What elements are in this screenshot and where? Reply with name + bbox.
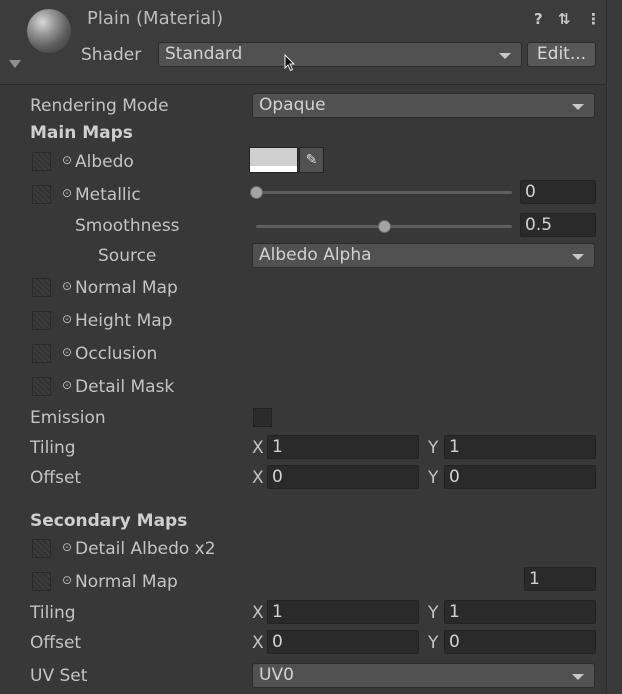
tiling-y-field[interactable]: 1 [444,435,596,459]
secondary-tiling-x-field[interactable]: 1 [267,600,419,624]
shader-dropdown[interactable]: Standard [158,42,522,67]
main-maps-heading: Main Maps [30,123,133,143]
metallic-slider-thumb[interactable] [250,186,263,199]
source-value: Albedo Alpha [259,245,372,265]
smoothness-value-field[interactable]: 0.5 [520,213,596,237]
source-label: Source [98,246,157,266]
secondary-offset-x-field[interactable]: 0 [267,630,419,654]
tiling-y-label: Y [428,438,439,458]
source-dropdown[interactable]: Albedo Alpha [252,243,595,268]
occlusion-label: Occlusion [75,344,158,364]
shader-value: Standard [165,44,243,64]
detail-mask-picker-icon[interactable]: ⊙ [62,378,72,392]
height-map-picker-icon[interactable]: ⊙ [62,312,72,326]
tiling-x-field[interactable]: 1 [267,435,419,459]
material-title: Plain (Material) [87,8,224,29]
help-icon[interactable]: ? [534,10,543,28]
height-map-label: Height Map [75,311,173,331]
secondary-offset-y-field[interactable]: 0 [444,630,596,654]
eyedropper-icon[interactable]: ✎ [299,147,324,173]
albedo-color-field[interactable] [249,147,298,173]
metallic-label: Metallic [75,185,141,205]
offset-y-field[interactable]: 0 [444,465,596,489]
secondary-normal-map-label: Normal Map [75,572,178,592]
normal-map-picker-icon[interactable]: ⊙ [62,279,72,293]
secondary-normal-map-picker-icon[interactable]: ⊙ [62,573,72,587]
material-header: Plain (Material) ? ⇅ ⋮ Shader Standard E… [0,0,606,85]
detail-albedo-texture-slot[interactable] [32,539,51,558]
emission-label: Emission [30,408,106,428]
rendering-mode-value: Opaque [259,95,326,115]
occlusion-picker-icon[interactable]: ⊙ [62,345,72,359]
normal-map-texture-slot[interactable] [32,278,51,297]
chevron-down-icon [572,254,584,260]
detail-mask-texture-slot[interactable] [32,377,51,396]
mouse-cursor-icon [284,54,296,72]
secondary-tiling-y-label: Y [428,603,439,623]
emission-checkbox[interactable] [253,408,272,427]
foldout-arrow-icon[interactable] [9,60,21,68]
normal-map-label: Normal Map [75,278,178,298]
secondary-normal-scale-field[interactable]: 1 [524,567,596,591]
chevron-down-icon [572,104,584,110]
chevron-down-icon [572,674,584,680]
offset-label: Offset [30,468,82,488]
detail-mask-label: Detail Mask [75,377,175,397]
edit-shader-button[interactable]: Edit... [527,42,596,67]
secondary-tiling-label: Tiling [30,603,76,623]
detail-albedo-picker-icon[interactable]: ⊙ [62,540,72,554]
vertical-scrollbar[interactable] [606,0,622,694]
settings-sliders-icon[interactable]: ⇅ [558,10,571,28]
secondary-maps-heading: Secondary Maps [30,511,188,531]
metallic-value-field[interactable]: 0 [520,180,596,204]
secondary-tiling-y-field[interactable]: 1 [444,600,596,624]
tiling-label: Tiling [30,438,76,458]
albedo-picker-icon[interactable]: ⊙ [62,153,72,167]
metallic-texture-slot[interactable] [32,185,51,204]
secondary-offset-label: Offset [30,633,82,653]
material-preview-sphere[interactable] [27,9,71,53]
offset-x-field[interactable]: 0 [267,465,419,489]
rendering-mode-label: Rendering Mode [30,96,169,116]
more-vert-icon[interactable]: ⋮ [586,10,601,28]
shader-label: Shader [81,45,142,65]
smoothness-slider-thumb[interactable] [378,220,391,233]
detail-albedo-label: Detail Albedo x2 [75,539,216,559]
offset-y-label: Y [428,468,439,488]
albedo-label: Albedo [75,152,134,172]
secondary-normal-map-texture-slot[interactable] [32,572,51,591]
metallic-picker-icon[interactable]: ⊙ [62,186,72,200]
tiling-x-label: X [252,438,264,458]
offset-x-label: X [252,468,264,488]
secondary-offset-x-label: X [252,633,264,653]
chevron-down-icon [499,53,511,59]
secondary-offset-y-label: Y [428,633,439,653]
uv-set-dropdown[interactable]: UV0 [252,663,595,688]
albedo-texture-slot[interactable] [32,152,51,171]
secondary-tiling-x-label: X [252,603,264,623]
occlusion-texture-slot[interactable] [32,344,51,363]
uv-set-value: UV0 [259,665,294,685]
metallic-slider-track[interactable] [256,191,512,194]
uv-set-label: UV Set [30,666,88,686]
height-map-texture-slot[interactable] [32,311,51,330]
smoothness-label: Smoothness [75,216,180,236]
rendering-mode-dropdown[interactable]: Opaque [252,93,595,118]
